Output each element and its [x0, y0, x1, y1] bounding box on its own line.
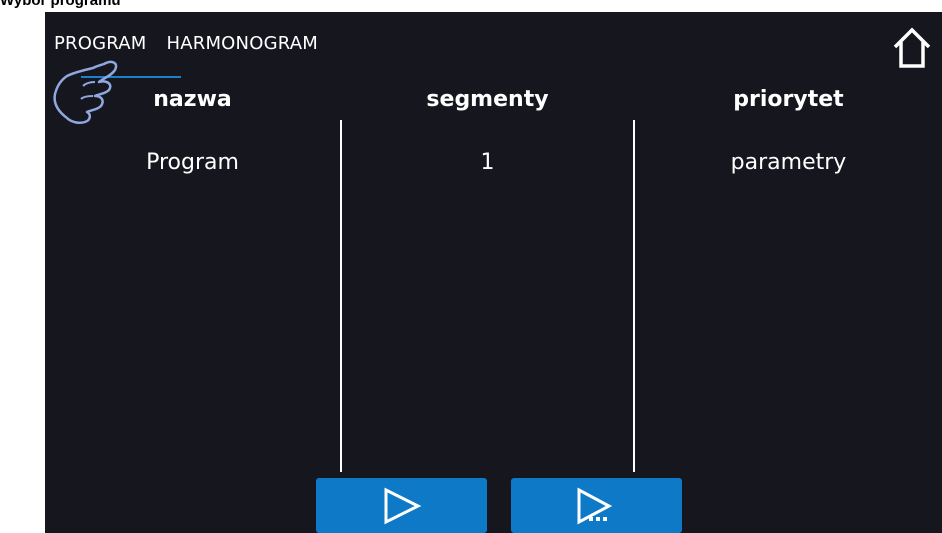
column-header-priorytet: priorytet	[733, 87, 844, 112]
play-with-options-button[interactable]	[511, 478, 682, 533]
tab-program[interactable]: PROGRAM	[54, 33, 167, 59]
column-header-nazwa: nazwa	[153, 87, 232, 112]
tab-bar: PROGRAM HARMONOGRAM	[54, 33, 338, 59]
tab-harmonogram[interactable]: HARMONOGRAM	[167, 33, 338, 59]
cell-priority[interactable]: parametry	[635, 150, 942, 175]
play-more-icon	[577, 487, 612, 524]
play-button[interactable]	[316, 478, 487, 533]
play-icon	[384, 487, 421, 524]
cell-program-name[interactable]: Program	[45, 150, 340, 175]
controller-screen: PROGRAM HARMONOGRAM nazwa segmenty prior…	[45, 12, 942, 533]
cell-segment-count[interactable]: 1	[342, 150, 633, 175]
home-icon[interactable]	[892, 26, 932, 70]
active-tab-indicator	[81, 76, 181, 78]
document-caption: Wybór programu	[0, 0, 121, 9]
column-header-segmenty: segmenty	[426, 87, 549, 112]
